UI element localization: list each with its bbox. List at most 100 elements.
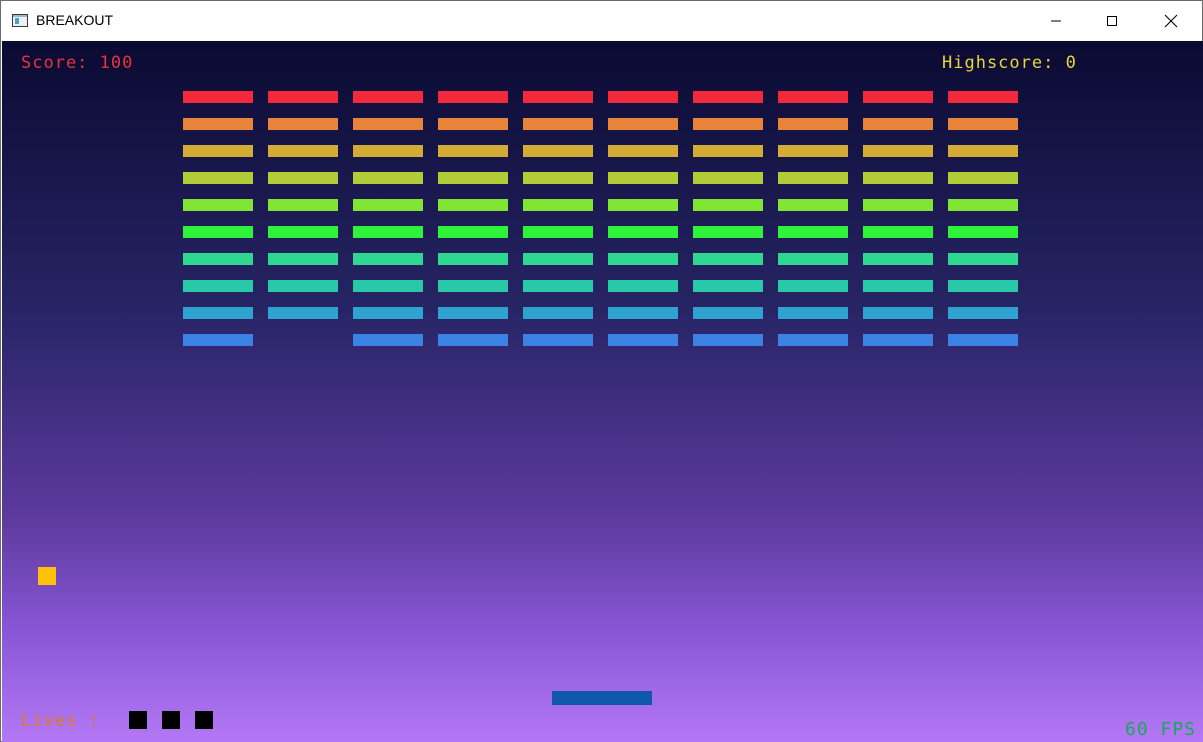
brick xyxy=(778,334,848,346)
brick xyxy=(778,199,848,211)
highscore-display: Highscore: 0 xyxy=(942,53,1077,73)
brick xyxy=(353,226,423,238)
brick xyxy=(608,226,678,238)
brick xyxy=(693,253,763,265)
brick xyxy=(523,199,593,211)
brick xyxy=(353,334,423,346)
app-window: BREAKOUT Score: 100 Highscore: 0 Lives :… xyxy=(0,0,1203,742)
brick xyxy=(268,253,338,265)
brick xyxy=(948,280,1018,292)
brick xyxy=(863,145,933,157)
brick xyxy=(268,91,338,103)
brick xyxy=(268,280,338,292)
brick xyxy=(863,91,933,103)
brick xyxy=(693,226,763,238)
brick xyxy=(948,172,1018,184)
close-icon xyxy=(1164,14,1178,28)
brick xyxy=(778,253,848,265)
brick xyxy=(523,334,593,346)
brick xyxy=(778,226,848,238)
brick xyxy=(693,145,763,157)
brick xyxy=(948,226,1018,238)
brick xyxy=(863,253,933,265)
brick xyxy=(863,280,933,292)
brick xyxy=(693,307,763,319)
brick xyxy=(183,145,253,157)
ball xyxy=(38,567,56,585)
fps-counter: 60 FPS xyxy=(1125,719,1197,740)
brick xyxy=(353,91,423,103)
title-bar[interactable]: BREAKOUT xyxy=(1,1,1202,41)
brick xyxy=(523,91,593,103)
brick xyxy=(438,118,508,130)
brick xyxy=(268,118,338,130)
brick xyxy=(183,199,253,211)
brick xyxy=(183,307,253,319)
close-button[interactable] xyxy=(1148,1,1194,41)
brick xyxy=(183,253,253,265)
brick xyxy=(863,334,933,346)
brick xyxy=(438,226,508,238)
brick xyxy=(183,118,253,130)
brick xyxy=(268,172,338,184)
brick xyxy=(608,280,678,292)
brick xyxy=(693,91,763,103)
brick xyxy=(523,280,593,292)
brick xyxy=(863,226,933,238)
paddle[interactable] xyxy=(552,691,652,705)
brick xyxy=(693,172,763,184)
brick xyxy=(693,334,763,346)
brick xyxy=(948,307,1018,319)
brick xyxy=(438,334,508,346)
brick xyxy=(523,172,593,184)
brick xyxy=(863,307,933,319)
brick xyxy=(438,307,508,319)
brick xyxy=(608,334,678,346)
brick xyxy=(438,280,508,292)
score-display: Score: 100 xyxy=(21,53,134,73)
brick xyxy=(438,145,508,157)
brick xyxy=(608,253,678,265)
brick xyxy=(863,199,933,211)
brick xyxy=(948,334,1018,346)
brick xyxy=(353,118,423,130)
brick xyxy=(863,118,933,130)
brick xyxy=(693,280,763,292)
app-icon xyxy=(12,14,28,27)
brick xyxy=(353,172,423,184)
minimize-icon xyxy=(1051,20,1061,22)
brick xyxy=(438,199,508,211)
brick xyxy=(523,145,593,157)
brick xyxy=(353,307,423,319)
brick xyxy=(438,172,508,184)
brick xyxy=(693,199,763,211)
brick xyxy=(863,172,933,184)
brick xyxy=(948,145,1018,157)
brick xyxy=(948,91,1018,103)
brick xyxy=(608,91,678,103)
brick xyxy=(353,199,423,211)
lives-label: Lives : xyxy=(21,711,100,731)
brick xyxy=(778,91,848,103)
life-icon xyxy=(195,711,213,729)
brick xyxy=(778,118,848,130)
brick xyxy=(438,253,508,265)
maximize-button[interactable] xyxy=(1089,1,1135,41)
brick xyxy=(268,199,338,211)
brick xyxy=(523,226,593,238)
minimize-button[interactable] xyxy=(1033,1,1079,41)
brick xyxy=(523,307,593,319)
brick xyxy=(948,118,1018,130)
brick xyxy=(438,91,508,103)
brick xyxy=(183,226,253,238)
brick xyxy=(948,253,1018,265)
game-canvas[interactable]: Score: 100 Highscore: 0 Lives : 60 FPS xyxy=(2,41,1203,742)
brick xyxy=(608,199,678,211)
life-icon xyxy=(129,711,147,729)
brick xyxy=(353,145,423,157)
brick xyxy=(523,118,593,130)
brick xyxy=(778,172,848,184)
life-icon xyxy=(162,711,180,729)
brick xyxy=(693,118,763,130)
brick xyxy=(268,226,338,238)
